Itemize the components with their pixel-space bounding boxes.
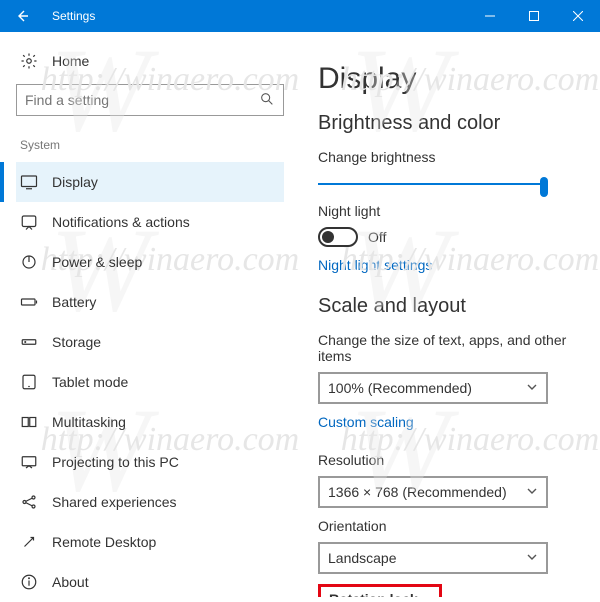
search-input[interactable] bbox=[16, 84, 284, 116]
sidebar-item-label: Display bbox=[52, 174, 98, 190]
window-title: Settings bbox=[44, 9, 468, 23]
tablet-icon bbox=[20, 373, 38, 391]
multitasking-icon bbox=[20, 413, 38, 431]
display-icon bbox=[20, 173, 38, 191]
sidebar-item-about[interactable]: About bbox=[16, 562, 284, 602]
scale-select[interactable]: 100% (Recommended) bbox=[318, 372, 548, 404]
power-icon bbox=[20, 253, 38, 271]
brightness-slider[interactable] bbox=[318, 173, 548, 195]
section-scale: Scale and layout bbox=[318, 295, 582, 318]
slider-thumb bbox=[540, 177, 548, 197]
main-panel: Display Brightness and color Change brig… bbox=[300, 32, 600, 597]
sidebar-item-power[interactable]: Power & sleep bbox=[16, 242, 284, 282]
chevron-down-icon bbox=[526, 484, 538, 500]
sidebar-item-storage[interactable]: Storage bbox=[16, 322, 284, 362]
toggle-knob bbox=[322, 231, 334, 243]
night-light-label: Night light bbox=[318, 203, 582, 219]
remote-icon bbox=[20, 533, 38, 551]
night-light-settings-link[interactable]: Night light settings bbox=[318, 257, 432, 273]
battery-icon bbox=[20, 293, 38, 311]
chevron-down-icon bbox=[526, 380, 538, 396]
resolution-label: Resolution bbox=[318, 452, 582, 468]
sidebar-item-label: Storage bbox=[52, 334, 101, 350]
sidebar-item-label: Remote Desktop bbox=[52, 534, 156, 550]
page-title: Display bbox=[318, 62, 582, 96]
sidebar-item-label: Shared experiences bbox=[52, 494, 177, 510]
scale-value: 100% (Recommended) bbox=[328, 380, 472, 396]
resolution-value: 1366 × 768 (Recommended) bbox=[328, 484, 507, 500]
about-icon bbox=[20, 573, 38, 591]
resolution-select[interactable]: 1366 × 768 (Recommended) bbox=[318, 476, 548, 508]
close-button[interactable] bbox=[556, 0, 600, 32]
projecting-icon bbox=[20, 453, 38, 471]
shared-icon bbox=[20, 493, 38, 511]
sidebar-item-label: About bbox=[52, 574, 89, 590]
maximize-button[interactable] bbox=[512, 0, 556, 32]
home-label: Home bbox=[52, 53, 89, 69]
sidebar-item-battery[interactable]: Battery bbox=[16, 282, 284, 322]
sidebar: Home System Display Notifications & acti… bbox=[0, 32, 300, 597]
maximize-icon bbox=[529, 11, 539, 21]
sidebar-item-projecting[interactable]: Projecting to this PC bbox=[16, 442, 284, 482]
sidebar-item-multitasking[interactable]: Multitasking bbox=[16, 402, 284, 442]
brightness-label: Change brightness bbox=[318, 149, 582, 165]
search-icon bbox=[259, 91, 275, 110]
sidebar-item-remote[interactable]: Remote Desktop bbox=[16, 522, 284, 562]
sidebar-item-display[interactable]: Display bbox=[16, 162, 284, 202]
night-light-value: Off bbox=[368, 229, 386, 245]
sidebar-section-label: System bbox=[16, 138, 284, 162]
orientation-label: Orientation bbox=[318, 518, 582, 534]
slider-track bbox=[318, 183, 548, 185]
sidebar-item-tablet[interactable]: Tablet mode bbox=[16, 362, 284, 402]
sidebar-item-label: Multitasking bbox=[52, 414, 126, 430]
search-field[interactable] bbox=[25, 92, 259, 108]
sidebar-item-label: Projecting to this PC bbox=[52, 454, 179, 470]
notifications-icon bbox=[20, 213, 38, 231]
titlebar: Settings bbox=[0, 0, 600, 32]
back-button[interactable] bbox=[0, 0, 44, 32]
custom-scaling-link[interactable]: Custom scaling bbox=[318, 414, 414, 430]
back-icon bbox=[14, 8, 30, 24]
minimize-button[interactable] bbox=[468, 0, 512, 32]
scale-label: Change the size of text, apps, and other… bbox=[318, 332, 582, 364]
rotation-lock-highlight: Rotation lock On bbox=[318, 584, 442, 597]
gear-icon bbox=[20, 52, 38, 70]
orientation-value: Landscape bbox=[328, 550, 397, 566]
rotation-lock-label: Rotation lock bbox=[329, 591, 431, 597]
sidebar-item-shared[interactable]: Shared experiences bbox=[16, 482, 284, 522]
night-light-toggle[interactable] bbox=[318, 227, 358, 247]
orientation-select[interactable]: Landscape bbox=[318, 542, 548, 574]
chevron-down-icon bbox=[526, 550, 538, 566]
sidebar-item-label: Battery bbox=[52, 294, 96, 310]
section-brightness: Brightness and color bbox=[318, 112, 582, 135]
sidebar-item-notifications[interactable]: Notifications & actions bbox=[16, 202, 284, 242]
minimize-icon bbox=[485, 11, 495, 21]
sidebar-item-label: Notifications & actions bbox=[52, 214, 190, 230]
sidebar-item-label: Tablet mode bbox=[52, 374, 128, 390]
storage-icon bbox=[20, 333, 38, 351]
close-icon bbox=[573, 11, 583, 21]
sidebar-item-label: Power & sleep bbox=[52, 254, 142, 270]
home-button[interactable]: Home bbox=[16, 46, 284, 84]
